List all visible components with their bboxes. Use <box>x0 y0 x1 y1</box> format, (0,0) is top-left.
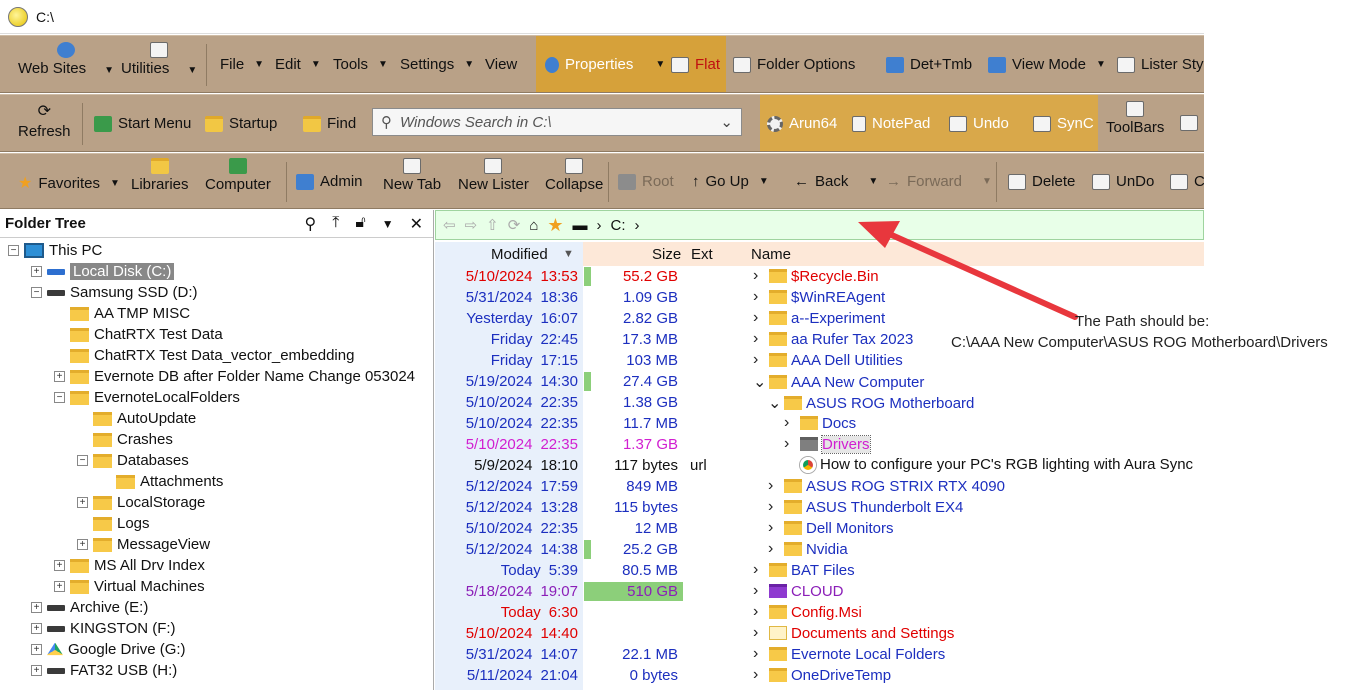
annotation-line1: The Path should be: <box>1075 313 1210 330</box>
arrow-shaft <box>882 229 1078 320</box>
annotation-line2: C:\AAA New Computer\ASUS ROG Motherboard… <box>951 334 1328 351</box>
